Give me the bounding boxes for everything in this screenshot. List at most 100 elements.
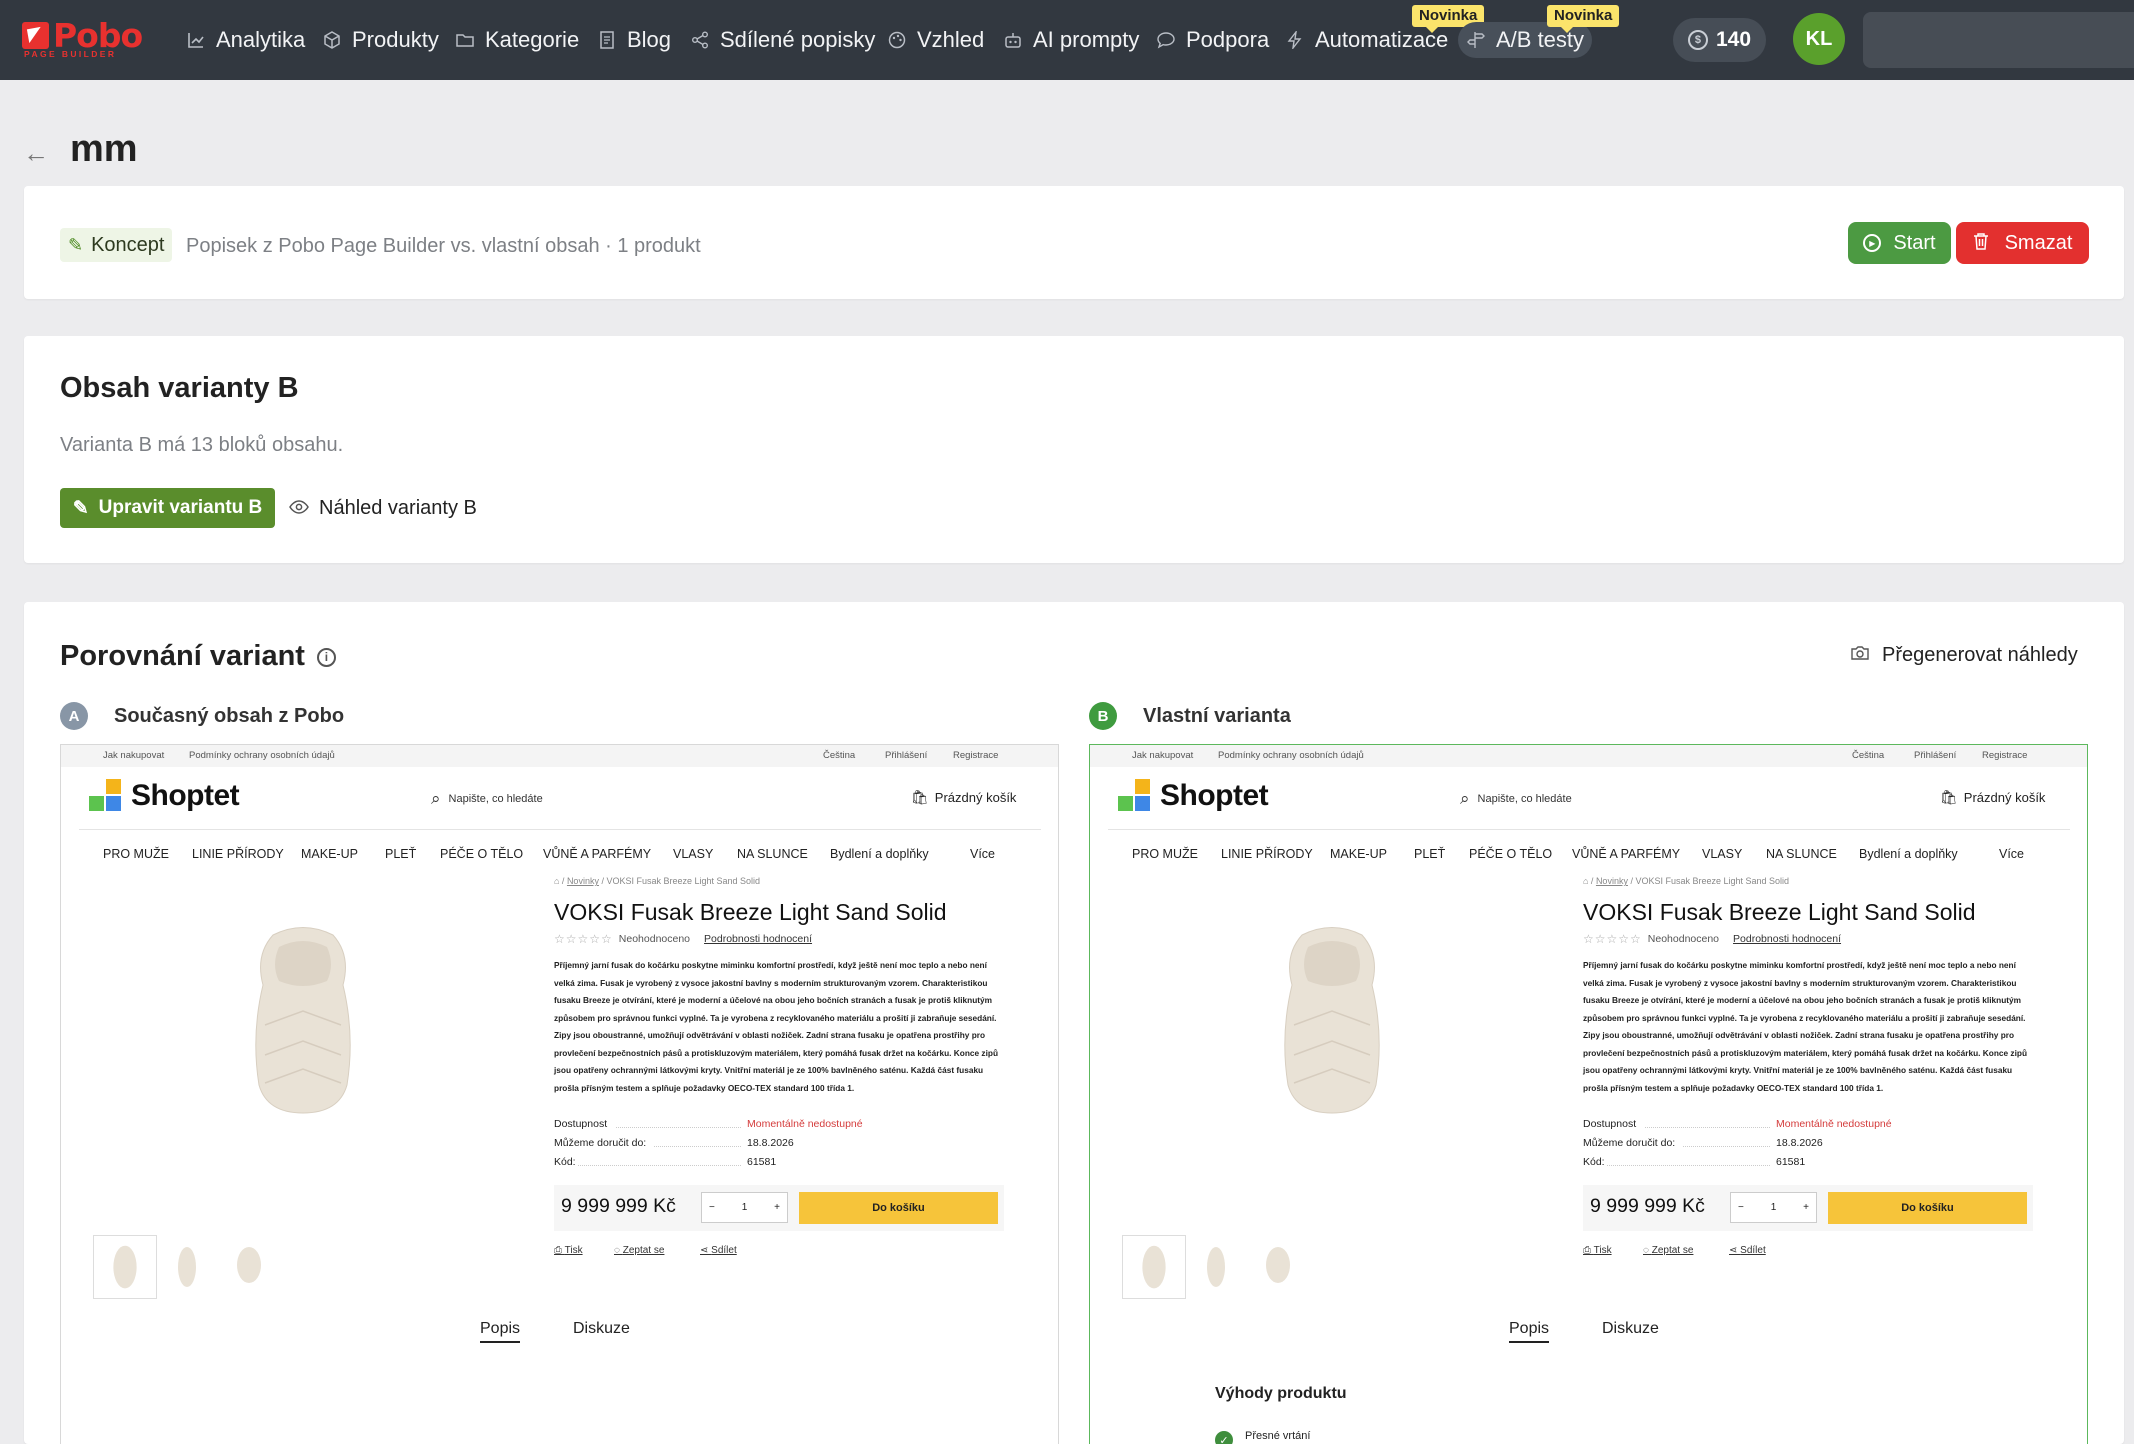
rating-text: Neohodnoceno <box>1647 933 1720 945</box>
pobo-logo[interactable]: Pobo PAGE BUILDER <box>22 16 147 60</box>
shop-topbar: Jak nakupovat Podmínky ochrany osobních … <box>1090 745 2087 767</box>
shop-menu-item: VLASY <box>1702 847 1743 861</box>
nav-vzhled[interactable]: Vzhled <box>887 22 984 58</box>
product-image <box>255 927 351 1114</box>
delivery-value: 18.8.2026 <box>1776 1137 1823 1149</box>
palette-icon <box>887 30 907 50</box>
nav-sdilene-popisky[interactable]: Sdílené popisky <box>690 22 875 58</box>
signpost-icon <box>1466 30 1486 50</box>
ask-label: Zeptat se <box>622 1245 665 1256</box>
nav-produkty[interactable]: Produkty <box>322 22 439 58</box>
plus-icon: + <box>1803 1202 1809 1213</box>
quantity-value: 1 <box>741 1202 748 1213</box>
pencil-icon: ✎ <box>72 497 89 519</box>
benefits-heading: Výhody produktu <box>1215 1385 1347 1402</box>
code-label: Kód: <box>554 1156 576 1168</box>
add-to-cart-button: Do košíku <box>799 1192 998 1224</box>
shop-menu-item: MAKE-UP <box>1330 847 1387 861</box>
availability-value: Momentálně nedostupné <box>1776 1118 1892 1130</box>
availability-value: Momentálně nedostupné <box>747 1118 863 1130</box>
nav-analytika[interactable]: Analytika <box>186 22 305 58</box>
share-label: Sdílet <box>1740 1245 1766 1256</box>
plus-icon: + <box>774 1202 780 1213</box>
box-icon <box>322 30 342 50</box>
nav-blog[interactable]: Blog <box>597 22 671 58</box>
delete-button[interactable]: Smazat <box>1956 222 2089 264</box>
delivery-value: 18.8.2026 <box>747 1137 794 1149</box>
availability-label: Dostupnost <box>1583 1118 1637 1130</box>
shop-register: Registrace <box>1982 750 2028 761</box>
pencil-icon: ✎ <box>68 234 84 255</box>
play-circle-icon: ▶ <box>1863 234 1882 252</box>
nav-label: Produkty <box>352 27 439 52</box>
share-link: ⋖ Sdílet <box>700 1245 737 1256</box>
start-button[interactable]: ▶ Start <box>1848 222 1951 264</box>
star-rating-icon: ☆☆☆☆☆ <box>1583 932 1642 946</box>
thumbnail <box>178 1247 196 1287</box>
variant-a-title: Současný obsah z Pobo <box>114 704 345 727</box>
user-avatar[interactable]: KL <box>1793 13 1845 65</box>
test-status-card: ✎ Koncept Popisek z Pobo Page Builder vs… <box>24 186 2124 299</box>
nav-label: Vzhled <box>917 27 985 52</box>
print-link: ⎙ Tisk <box>554 1245 583 1256</box>
bag-icon: 🛍 <box>911 789 929 805</box>
eye-icon <box>289 497 309 520</box>
page-title: mm <box>70 128 138 170</box>
ask-label: Zeptat se <box>1651 1245 1694 1256</box>
shop-lang: Čeština <box>823 750 856 761</box>
start-label: Start <box>1893 231 1936 254</box>
shop-login: Přihlášení <box>885 750 928 761</box>
delivery-label: Můžeme doručit do: <box>1583 1137 1676 1149</box>
nav-search-box[interactable] <box>1863 12 2134 68</box>
breadcrumb-current: VOKSI Fusak Breeze Light Sand Solid <box>606 876 761 886</box>
minus-icon: − <box>1738 1202 1744 1213</box>
shop-menu-item: PLEŤ <box>385 847 417 861</box>
robot-icon <box>1003 30 1023 50</box>
nav-podpora[interactable]: Podpora <box>1156 22 1269 58</box>
benefit-label: Přesné vrtání <box>1245 1430 1311 1442</box>
shop-link: Jak nakupovat <box>1132 750 1194 761</box>
back-arrow-icon[interactable]: ← <box>23 140 49 166</box>
shoptet-logo: Shoptet <box>1118 778 1269 814</box>
edit-variant-b-button[interactable]: ✎ Upravit variantu B <box>60 488 275 528</box>
regenerate-previews-button[interactable]: Přegenerovat náhledy <box>1850 644 2078 667</box>
nav-kategorie[interactable]: Kategorie <box>455 22 579 58</box>
variant-a-letter: A <box>60 702 88 730</box>
shoptet-logo-icon <box>89 779 123 813</box>
nav-label: Kategorie <box>485 27 580 52</box>
quantity-stepper: − 1 + <box>1730 1192 1817 1223</box>
thumbnail <box>237 1247 261 1283</box>
rating-link: Podrobnosti hodnocení <box>704 933 813 945</box>
shop-search: ⌕ Napište, co hledáte <box>431 789 543 809</box>
shop-login: Přihlášení <box>1914 750 1957 761</box>
new-badge: Novinka <box>1547 5 1620 33</box>
breadcrumb-link: Novinky <box>566 876 599 886</box>
nav-ai-prompty[interactable]: AI prompty <box>1003 22 1139 58</box>
preview-variant-b-button[interactable]: Náhled varianty B <box>289 488 477 528</box>
share-label: Sdílet <box>711 1245 737 1256</box>
shop-lang: Čeština <box>1852 750 1885 761</box>
shop-search-placeholder: Napište, co hledáte <box>448 793 543 805</box>
logo-subtitle: PAGE BUILDER <box>24 49 117 59</box>
chart-line-icon <box>186 30 206 50</box>
comparison-title: Porovnání variant <box>60 640 305 672</box>
shop-menu-item: Více <box>970 847 996 861</box>
availability-label: Dostupnost <box>554 1118 608 1130</box>
chat-icon <box>1156 30 1176 50</box>
variant-b-preview[interactable]: Jak nakupovat Podmínky ochrany osobních … <box>1089 744 2088 1444</box>
info-icon[interactable]: i <box>316 647 336 667</box>
shoptet-logo-text: Shoptet <box>131 779 240 812</box>
rating-text: Neohodnoceno <box>618 933 691 945</box>
breadcrumb-current: VOKSI Fusak Breeze Light Sand Solid <box>1635 876 1790 886</box>
credits-counter[interactable]: $ 140 <box>1673 18 1766 62</box>
breadcrumb-link: Novinky <box>1595 876 1628 886</box>
benefit-item: ✓ Přesné vrtání <box>1215 1423 1310 1444</box>
shop-cart-label: Prázdný košík <box>1963 790 2046 805</box>
variant-b-letter: B <box>1089 702 1117 730</box>
thumbnail <box>1207 1247 1225 1287</box>
code-value: 61581 <box>1776 1156 1806 1168</box>
variant-a-preview[interactable]: Jak nakupovat Podmínky ochrany osobních … <box>60 744 1059 1444</box>
nav-automatizace[interactable]: Automatizace <box>1285 22 1448 58</box>
document-icon <box>597 30 617 50</box>
variant-b-heading: Obsah varianty B <box>60 372 299 404</box>
